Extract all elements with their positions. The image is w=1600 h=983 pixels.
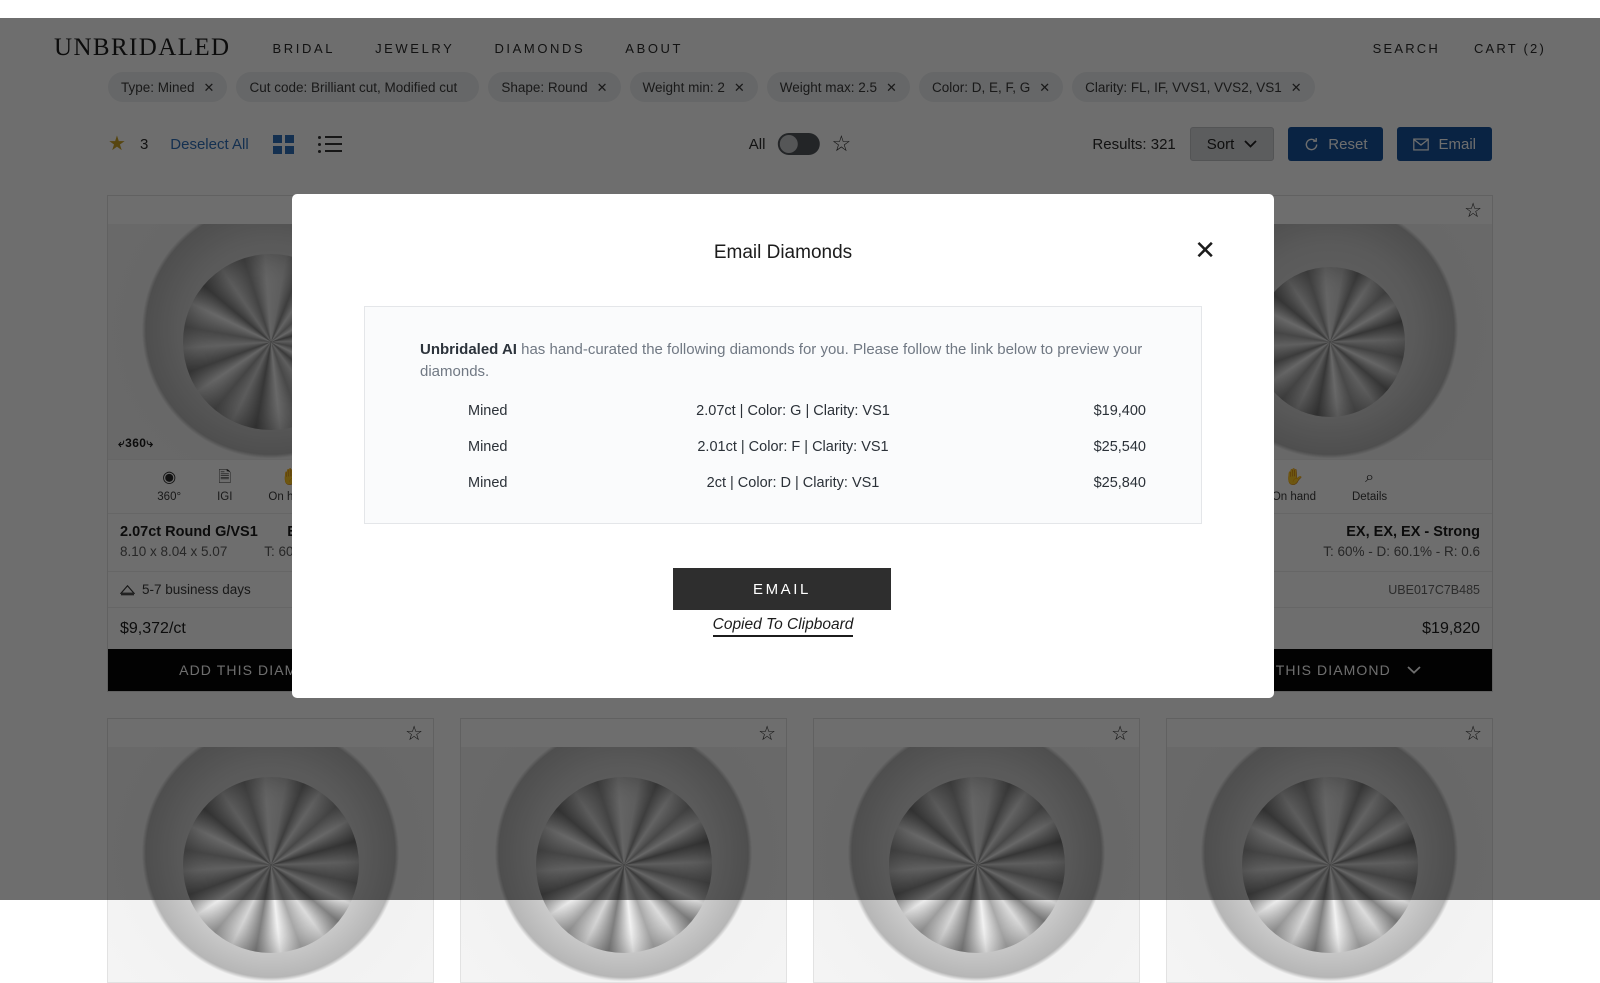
- diamond-spec: 2.07ct | Color: G | Clarity: VS1: [696, 403, 890, 419]
- intro-body: has hand-curated the following diamonds …: [420, 341, 1143, 380]
- email-intro-text: Unbridaled AI has hand-curated the follo…: [420, 339, 1146, 383]
- copied-to-clipboard-status: Copied To Clipboard: [292, 616, 1274, 637]
- diamond-type: Mined: [468, 475, 508, 491]
- diamond-price: $19,400: [1093, 403, 1146, 419]
- email-diamond-row: Mined 2.01ct | Color: F | Clarity: VS1 $…: [420, 439, 1146, 455]
- email-diamond-row: Mined 2ct | Color: D | Clarity: VS1 $25,…: [420, 475, 1146, 491]
- diamond-spec: 2ct | Color: D | Clarity: VS1: [706, 475, 880, 491]
- copied-to-clipboard-label: Copied To Clipboard: [712, 616, 854, 637]
- page-root: UNBRIDALED BRIDAL JEWELRY DIAMONDS ABOUT…: [0, 0, 1600, 983]
- email-diamonds-modal: Email Diamonds ✕ Unbridaled AI has hand-…: [292, 194, 1274, 698]
- modal-email-submit-button[interactable]: EMAIL: [673, 568, 891, 610]
- browser-top-strip: [0, 0, 1600, 18]
- diamond-spec: 2.01ct | Color: F | Clarity: VS1: [697, 439, 889, 455]
- email-diamond-row: Mined 2.07ct | Color: G | Clarity: VS1 $…: [420, 403, 1146, 419]
- email-preview-panel: Unbridaled AI has hand-curated the follo…: [364, 306, 1202, 524]
- close-icon[interactable]: ✕: [1194, 237, 1216, 263]
- modal-title: Email Diamonds: [713, 242, 853, 263]
- diamond-type: Mined: [468, 439, 508, 455]
- diamond-type: Mined: [468, 403, 508, 419]
- diamond-price: $25,540: [1093, 439, 1146, 455]
- diamond-price: $25,840: [1093, 475, 1146, 491]
- ai-brand-name: Unbridaled AI: [420, 341, 517, 358]
